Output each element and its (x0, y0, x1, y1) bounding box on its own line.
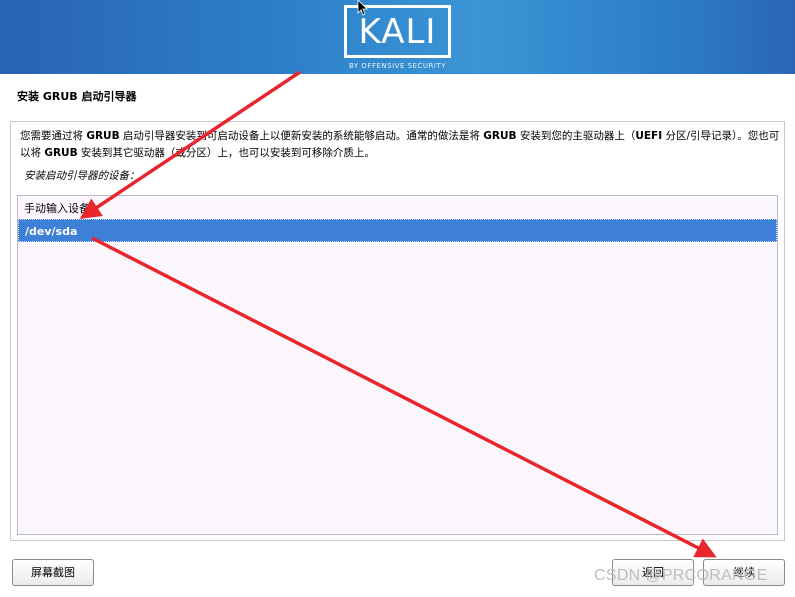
kali-logo-text: KALI (358, 12, 437, 52)
screenshot-button[interactable]: 屏幕截图 (12, 559, 94, 586)
list-item-dev-sda[interactable]: /dev/sda (18, 219, 777, 242)
kali-header-banner: KALI BY OFFENSIVE SECURITY (0, 0, 795, 74)
kali-logo-subtitle: BY OFFENSIVE SECURITY (349, 62, 446, 70)
device-prompt-label: 安装启动引导器的设备： (24, 170, 140, 182)
device-listbox[interactable]: 手动输入设备 /dev/sda (17, 195, 778, 535)
page-title: 安装 GRUB 启动引导器 (17, 90, 137, 103)
description-text: 您需要通过将 GRUB 启动引导器安装到可启动设备上以便新安装的系统能够启动。通… (20, 130, 780, 159)
csdn-watermark: CSDN @PRCORANGE (594, 567, 768, 584)
list-item-manual-entry[interactable]: 手动输入设备 (18, 197, 777, 220)
